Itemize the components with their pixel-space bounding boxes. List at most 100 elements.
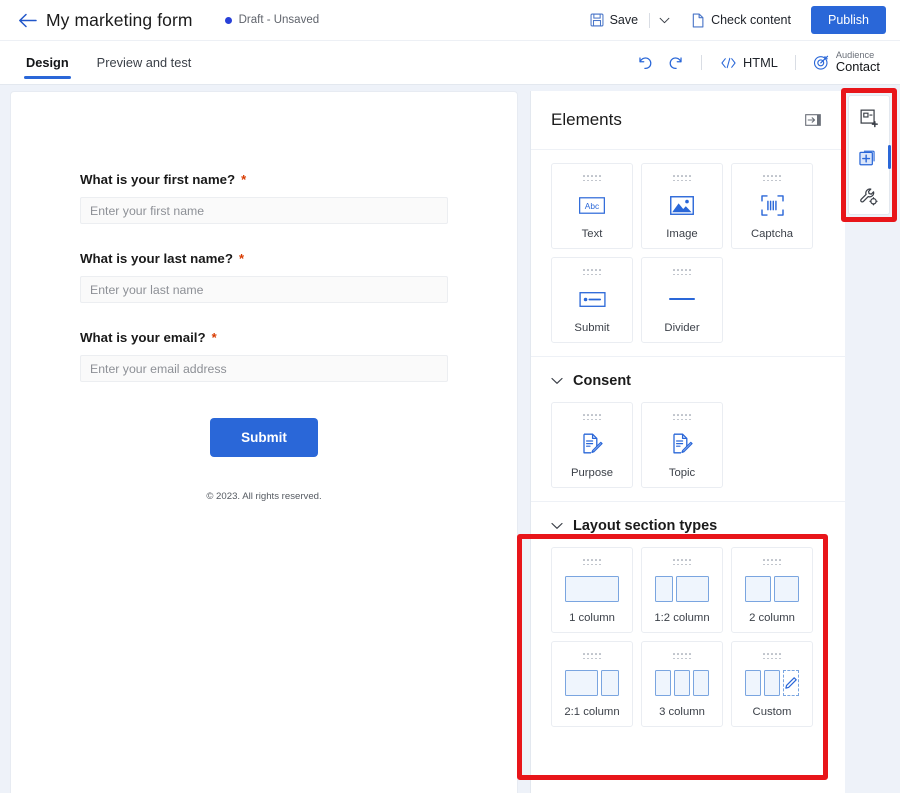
drag-handle-icon[interactable]: [583, 414, 601, 420]
collapse-panel-icon: [805, 114, 821, 126]
divider: [795, 55, 796, 70]
required-marker: *: [241, 172, 246, 187]
layout-2-1-column-icon: [565, 671, 619, 695]
form-field-first-name[interactable]: What is your first name? * Enter your fi…: [80, 172, 448, 224]
abc-text-icon: Abc: [579, 193, 605, 217]
element-card-divider[interactable]: Divider: [641, 257, 723, 343]
drag-handle-icon[interactable]: [583, 175, 601, 181]
drag-handle-icon[interactable]: [673, 559, 691, 565]
layout-card-3-column[interactable]: 3 column: [641, 641, 723, 727]
element-card-purpose[interactable]: Purpose: [551, 402, 633, 488]
save-options-button[interactable]: [653, 6, 675, 34]
layout-card-2-column[interactable]: 2 column: [731, 547, 813, 633]
element-card-text[interactable]: Abc Text: [551, 163, 633, 249]
element-card-captcha[interactable]: Captcha: [731, 163, 813, 249]
undo-arrow-icon: [636, 54, 653, 71]
drag-handle-icon[interactable]: [763, 175, 781, 181]
drag-handle-icon[interactable]: [583, 559, 601, 565]
drag-handle-icon[interactable]: [583, 653, 601, 659]
form-body: What is your first name? * Enter your fi…: [11, 92, 517, 502]
drag-handle-icon[interactable]: [673, 269, 691, 275]
audience-value-label: Contact: [836, 60, 880, 74]
field-label-text: What is your first name?: [80, 172, 235, 187]
elements-panel: Elements Abc: [530, 91, 845, 793]
element-label: 1 column: [569, 612, 615, 624]
layout-2-column-icon: [745, 577, 799, 601]
status-dot-icon: [225, 17, 232, 24]
element-card-image[interactable]: Image: [641, 163, 723, 249]
drag-handle-icon[interactable]: [673, 175, 691, 181]
divider-line-icon: [669, 287, 695, 311]
last-name-input[interactable]: Enter your last name: [80, 276, 448, 303]
section-layout-header[interactable]: Layout section types: [551, 518, 825, 534]
layout-card-1-2-column[interactable]: 1:2 column: [641, 547, 723, 633]
consent-card-grid: Purpose Topic: [551, 402, 825, 488]
section-consent: Consent: [531, 357, 845, 502]
elements-card-grid: Abc Text: [551, 163, 825, 343]
element-label: 2:1 column: [564, 706, 619, 718]
code-brackets-icon: [721, 57, 736, 69]
tab-design[interactable]: Design: [14, 41, 81, 85]
layout-1-column-icon: [565, 577, 619, 601]
floppy-disk-icon: [590, 13, 604, 27]
chevron-down-icon: [551, 377, 563, 385]
html-button[interactable]: HTML: [712, 48, 787, 78]
section-elements: Abc Text: [531, 150, 845, 357]
redo-button[interactable]: [661, 48, 691, 78]
first-name-input[interactable]: Enter your first name: [80, 197, 448, 224]
arrow-left-icon: [18, 13, 37, 28]
captcha-barcode-icon: [761, 193, 784, 217]
layout-card-grid: 1 column 1:2 column: [551, 547, 825, 727]
back-button[interactable]: [14, 7, 40, 33]
drag-handle-icon[interactable]: [673, 653, 691, 659]
redo-arrow-icon: [668, 54, 685, 71]
form-settings-button[interactable]: [852, 181, 886, 214]
submit-button-icon: [579, 287, 606, 311]
layout-card-1-column[interactable]: 1 column: [551, 547, 633, 633]
tab-preview-and-test[interactable]: Preview and test: [85, 41, 204, 85]
page-title: My marketing form: [46, 10, 193, 31]
drag-handle-icon[interactable]: [763, 559, 781, 565]
form-field-last-name[interactable]: What is your last name? * Enter your las…: [80, 251, 448, 303]
check-content-button[interactable]: Check content: [683, 6, 799, 34]
audience-labels: Audience Contact: [836, 50, 880, 75]
layout-card-2-1-column[interactable]: 2:1 column: [551, 641, 633, 727]
publish-button[interactable]: Publish: [811, 6, 886, 34]
drag-handle-icon[interactable]: [583, 269, 601, 275]
tab-design-label: Design: [26, 55, 69, 70]
add-form-field-button[interactable]: [852, 102, 886, 135]
required-marker: *: [239, 251, 244, 266]
add-element-button[interactable]: [852, 141, 886, 174]
form-designer-app: My marketing form Draft - Unsaved Save: [0, 0, 900, 793]
form-submit-button[interactable]: Submit: [210, 418, 318, 457]
section-consent-title: Consent: [573, 373, 631, 389]
html-label: HTML: [743, 55, 778, 70]
collapse-panel-button[interactable]: [801, 109, 825, 131]
email-input[interactable]: Enter your email address: [80, 355, 448, 382]
section-consent-header[interactable]: Consent: [551, 373, 825, 389]
audience-contact-button[interactable]: Audience Contact: [804, 46, 886, 80]
field-label: What is your email? *: [80, 330, 448, 345]
element-label: Image: [666, 228, 697, 240]
field-label: What is your first name? *: [80, 172, 448, 187]
element-label: Divider: [664, 322, 699, 334]
undo-button[interactable]: [629, 48, 659, 78]
element-plus-icon: [859, 148, 879, 168]
drag-handle-icon[interactable]: [763, 653, 781, 659]
form-footer: © 2023. All rights reserved.: [80, 491, 448, 502]
elements-panel-title: Elements: [551, 110, 622, 130]
save-button[interactable]: Save: [582, 6, 647, 34]
target-icon: [813, 54, 830, 71]
field-label-text: What is your last name?: [80, 251, 233, 266]
element-label: Purpose: [571, 467, 613, 479]
form-canvas[interactable]: What is your first name? * Enter your fi…: [10, 91, 518, 793]
layout-custom-icon: [745, 671, 799, 695]
publish-label: Publish: [828, 13, 869, 27]
form-field-email[interactable]: What is your email? * Enter your email a…: [80, 330, 448, 382]
element-card-submit[interactable]: Submit: [551, 257, 633, 343]
element-card-topic[interactable]: Topic: [641, 402, 723, 488]
layout-card-custom[interactable]: Custom: [731, 641, 813, 727]
drag-handle-icon[interactable]: [673, 414, 691, 420]
element-label: Custom: [753, 706, 792, 718]
section-layout-title: Layout section types: [573, 518, 717, 534]
